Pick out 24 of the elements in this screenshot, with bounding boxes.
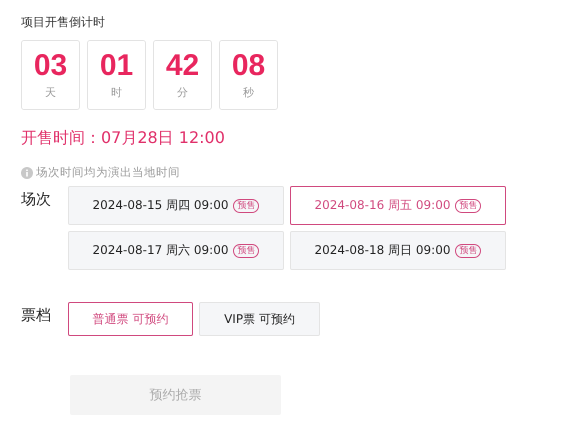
countdown-number: 08 [232, 50, 266, 82]
countdown-unit-label: 天 [45, 85, 56, 100]
presale-badge: 预售 [233, 244, 260, 258]
countdown-unit-label: 分 [177, 85, 188, 100]
session-option[interactable]: 2024-08-17 周六 09:00 预售 [68, 231, 284, 270]
sale-time: 开售时间：07月28日 12:00 [21, 127, 226, 149]
countdown-unit-label: 秒 [243, 85, 254, 100]
countdown-number: 42 [166, 50, 200, 82]
section-label: 票档 [21, 305, 52, 326]
session-option[interactable]: 2024-08-15 周四 09:00 预售 [68, 186, 284, 225]
presale-badge: 预售 [233, 198, 260, 212]
countdown-number: 03 [34, 50, 68, 82]
ticket-tier-option[interactable]: VIP票 可预约 [199, 302, 320, 336]
note-text: 场次时间均为演出当地时间 [36, 165, 180, 180]
info-icon [21, 166, 33, 178]
section-label: 场次 [21, 189, 52, 210]
presale-badge: 预售 [455, 198, 482, 212]
ticket-tier-option[interactable]: 普通票 可预约 [68, 302, 193, 336]
countdown-title: 项目开售倒计时 [21, 14, 106, 30]
countdown-number: 01 [100, 50, 134, 82]
session-option[interactable]: 2024-08-18 周日 09:00 预售 [290, 231, 506, 270]
countdown-unit-label: 时 [111, 85, 122, 100]
presale-badge: 预售 [455, 244, 482, 258]
session-option[interactable]: 2024-08-16 周五 09:00 预售 [290, 186, 506, 225]
